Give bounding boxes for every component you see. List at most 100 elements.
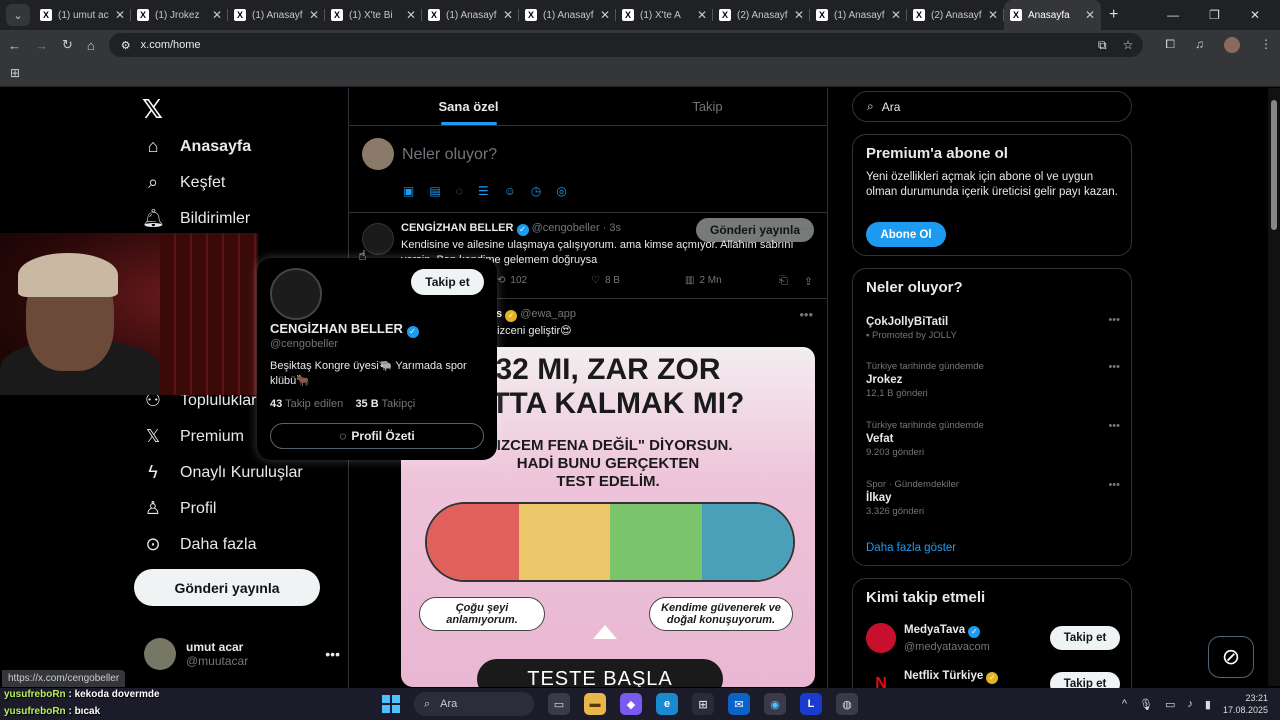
file-explorer-icon[interactable]: ▬ xyxy=(584,693,606,715)
browser-tab[interactable]: X Anasayfa ✕ xyxy=(1004,0,1101,30)
volume-icon[interactable]: ♪ xyxy=(1187,698,1193,710)
browser-tab[interactable]: X (1) X'te A ✕ xyxy=(616,0,713,30)
browser-tab[interactable]: X (2) Anasayfa ✕ xyxy=(713,0,810,30)
sidebar-item-lightning[interactable]: ϟ Onaylı Kuruluşlar xyxy=(142,462,302,483)
forward-icon[interactable]: → xyxy=(35,38,48,53)
browser-tab[interactable]: X (1) X'te Bi ✕ xyxy=(325,0,422,30)
tab-close-icon[interactable]: ✕ xyxy=(309,8,319,22)
page-scrollbar[interactable] xyxy=(1268,88,1280,686)
browser-tab[interactable]: X (2) Anasayfa ✕ xyxy=(907,0,1004,30)
tab-close-icon[interactable]: ✕ xyxy=(503,8,513,22)
url-text[interactable]: x.com/home xyxy=(141,39,201,51)
tab-search-chevron-icon[interactable]: ⌄ xyxy=(6,4,30,26)
hovercard-handle[interactable]: @cengobeller xyxy=(270,338,338,350)
store-icon[interactable]: ⊞ xyxy=(692,693,714,715)
apps-grid-icon[interactable]: ⊞ xyxy=(10,66,20,80)
chrome-icon[interactable]: ◉ xyxy=(764,693,786,715)
sidebar-item-home[interactable]: ⌂ Anasayfa xyxy=(142,136,252,157)
ad-cta-button[interactable]: TESTE BAŞLA xyxy=(477,659,723,687)
browser-tab[interactable]: X (1) Anasayfa ✕ xyxy=(519,0,616,30)
tab-close-icon[interactable]: ✕ xyxy=(697,8,707,22)
clock[interactable]: 23:21 17.08.2025 xyxy=(1223,692,1268,716)
repost-button[interactable]: ⟲ 102 xyxy=(497,275,591,286)
windows-start-icon[interactable] xyxy=(382,695,400,713)
new-tab-button[interactable]: + xyxy=(1109,6,1118,24)
sidebar-post-button[interactable]: Gönderi yayınla xyxy=(134,569,320,606)
tweet-avatar[interactable] xyxy=(362,223,394,255)
schedule-icon[interactable]: ◷ xyxy=(531,184,541,198)
sidebar-item-person[interactable]: ♙ Profil xyxy=(142,498,217,519)
sidebar-item-search[interactable]: ⌕ Keşfet xyxy=(142,172,225,193)
trend-item[interactable]: Türkiye tarihinde gündemde Jrokez 12,1 B… xyxy=(866,361,1120,399)
suggestion-name-row[interactable]: MedyaTava ✓ xyxy=(904,624,981,638)
chrome-profile-avatar[interactable] xyxy=(1224,37,1240,53)
home-browser-icon[interactable]: ⌂ xyxy=(87,38,95,53)
trend-more-icon[interactable]: ••• xyxy=(1108,361,1120,373)
share-icon[interactable]: ⇪ xyxy=(804,275,813,288)
tweet-more-icon[interactable]: ••• xyxy=(799,307,813,322)
browser-tab[interactable]: X (1) Anasayfa ✕ xyxy=(228,0,325,30)
battery-icon[interactable]: ▮ xyxy=(1205,698,1211,711)
follow-suggestion[interactable]: MedyaTava ✓ @medyatavacom Takip et xyxy=(866,623,1120,655)
taskbar-search[interactable]: ⌕ Ara xyxy=(414,692,534,716)
hovercard-name-row[interactable]: CENGİZHAN BELLER ✓ xyxy=(270,321,419,338)
outlook-icon[interactable]: ✉ xyxy=(728,693,750,715)
browser-tab[interactable]: X (1) Anasayfa ✕ xyxy=(810,0,907,30)
media-icon[interactable]: ▣ xyxy=(403,184,414,198)
browser-tab[interactable]: X (1) umut acar ✕ xyxy=(34,0,131,30)
medyatava-avatar[interactable] xyxy=(866,623,896,653)
extensions-icon[interactable]: ⧠ xyxy=(1165,37,1175,53)
search-box[interactable]: ⌕ Ara xyxy=(852,91,1132,122)
tab-for-you[interactable]: Sana özel xyxy=(349,88,588,125)
trend-item[interactable]: Türkiye tarihinde gündemde Vefat 9.203 g… xyxy=(866,420,1120,458)
x-logo[interactable]: 𝕏 xyxy=(142,94,163,125)
close-window-icon[interactable]: ✕ xyxy=(1250,8,1260,22)
trend-item[interactable]: Spor · Gündemdekiler İlkay 3.326 gönderi… xyxy=(866,479,1120,517)
gif-icon[interactable]: ▤ xyxy=(429,184,440,198)
location-icon[interactable]: ◎ xyxy=(556,184,566,198)
obs-icon[interactable]: ◍ xyxy=(836,693,858,715)
tab-close-icon[interactable]: ✕ xyxy=(406,8,416,22)
profile-summary-button[interactable]: ◌ Profil Özeti xyxy=(270,423,484,449)
views-button[interactable]: ▥ 2 Mn xyxy=(685,275,779,286)
grok-floating-button[interactable]: ⊘ xyxy=(1208,636,1254,678)
chrome-menu-icon[interactable]: ⋮ xyxy=(1260,37,1272,53)
tab-close-icon[interactable]: ✕ xyxy=(1085,8,1095,22)
site-info-icon[interactable]: ⚙ xyxy=(121,39,131,52)
omnibox[interactable]: ⚙ x.com/home ⧉ ☆ xyxy=(108,33,1144,57)
grok-icon[interactable]: ◌ xyxy=(456,184,463,198)
hovercard-avatar[interactable] xyxy=(270,268,322,320)
sidebar-item-x-premium[interactable]: 𝕏 Premium xyxy=(142,426,244,447)
suggestion-name-row[interactable]: Netflix Türkiye ✓ xyxy=(904,670,999,684)
trend-more-icon[interactable]: ••• xyxy=(1108,479,1120,491)
followers-stat[interactable]: 35 B Takipçi xyxy=(355,398,415,410)
trends-show-more-link[interactable]: Daha fazla göster xyxy=(866,542,956,554)
task-view-icon[interactable]: ▭ xyxy=(548,693,570,715)
monitor-icon[interactable]: ▭ xyxy=(1165,698,1175,711)
sidebar-item-more-circle[interactable]: ⊙ Daha fazla xyxy=(142,534,256,555)
tab-close-icon[interactable]: ✕ xyxy=(600,8,610,22)
tab-following[interactable]: Takip xyxy=(588,88,827,125)
app-l-icon[interactable]: L xyxy=(800,693,822,715)
maximize-icon[interactable]: ❐ xyxy=(1209,8,1220,22)
account-switcher[interactable]: umut acar @muutacar ••• xyxy=(144,636,340,672)
media-controls-icon[interactable]: ♫ xyxy=(1195,37,1204,53)
tab-close-icon[interactable]: ✕ xyxy=(891,8,901,22)
tweet-more-icon[interactable]: ••• xyxy=(799,221,813,236)
copilot-icon[interactable]: ◆ xyxy=(620,693,642,715)
edge-icon[interactable]: e xyxy=(656,693,678,715)
hovercard-follow-button[interactable]: Takip et xyxy=(411,269,484,295)
tweet-author-handle[interactable]: @cengobeller xyxy=(532,222,600,234)
subscribe-button[interactable]: Abone Ol xyxy=(866,222,946,247)
browser-tab[interactable]: X (1) Jrokez ✕ xyxy=(131,0,228,30)
tray-chevron-icon[interactable]: ^ xyxy=(1122,698,1127,710)
like-button[interactable]: ♡ 8 B xyxy=(591,275,685,286)
tab-close-icon[interactable]: ✕ xyxy=(212,8,222,22)
trend-more-icon[interactable]: ••• xyxy=(1108,420,1120,432)
tweet-author-handle[interactable]: @ewa_app xyxy=(520,308,576,320)
emoji-icon[interactable]: ☺ xyxy=(504,184,516,198)
browser-tab[interactable]: X (1) Anasayfa ✕ xyxy=(422,0,519,30)
scrollbar-thumb[interactable] xyxy=(1271,100,1277,230)
tab-close-icon[interactable]: ✕ xyxy=(794,8,804,22)
suggestion-follow-button[interactable]: Takip et xyxy=(1050,626,1120,650)
